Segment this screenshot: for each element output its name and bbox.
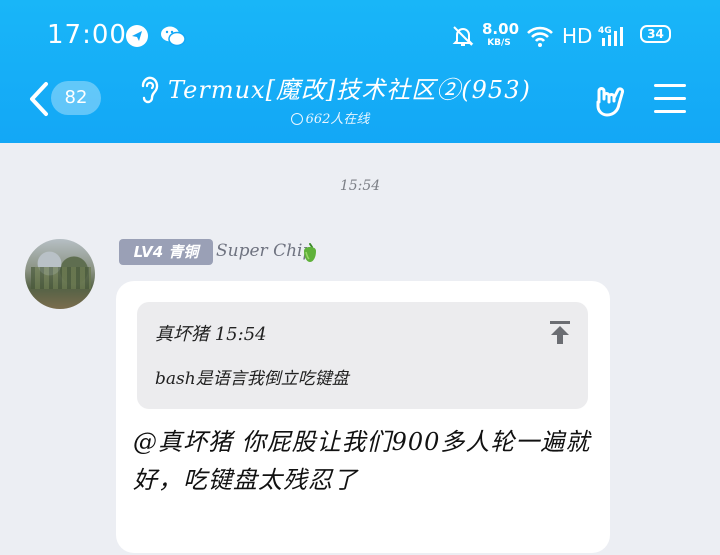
chat-header: 17:00 8.00 KB/S HD 4G 34 82 Termux[魔改]技术… [0, 0, 720, 143]
level-badge: LV4 青铜 [119, 239, 213, 265]
menu-line [654, 110, 686, 113]
sender-avatar[interactable] [25, 239, 95, 309]
menu-button[interactable] [654, 84, 686, 114]
sender-nickname[interactable]: Super Chip [216, 241, 313, 261]
back-button[interactable] [24, 80, 52, 118]
group-title: Termux[魔改]技术社区②(953) [168, 76, 531, 104]
gesture-hand-button[interactable] [591, 82, 627, 118]
status-time: 17:00 [47, 20, 127, 50]
mute-bell-icon [452, 26, 474, 46]
menu-line [654, 84, 686, 87]
wifi-icon [527, 26, 553, 47]
message-bubble[interactable]: 真坏猪 15:54 bash是语言我倒立吃键盘 @真坏猪 你屁股让我们900多人… [116, 281, 610, 553]
ear-icon [141, 76, 159, 104]
jump-to-top-icon[interactable] [548, 320, 572, 346]
unread-count-badge[interactable]: 82 [51, 81, 101, 115]
message-text: @真坏猪 你屁股让我们900多人轮一遍就好，吃键盘太残忍了 [133, 428, 591, 494]
wechat-icon [161, 26, 186, 47]
quoted-reply[interactable]: 真坏猪 15:54 bash是语言我倒立吃键盘 [137, 302, 588, 409]
battery-indicator: 34 [640, 25, 671, 43]
pepper-emoji-icon [304, 243, 316, 262]
online-count: 662人在线 [130, 108, 530, 127]
menu-line [654, 97, 686, 100]
quote-header: 真坏猪 15:54 [155, 324, 267, 345]
app-notification-icon [126, 25, 148, 47]
signal-4g-icon: 4G [598, 26, 623, 46]
svg-text:4G: 4G [598, 26, 612, 36]
hd-indicator: HD [562, 24, 593, 48]
group-title-area[interactable]: Termux[魔改]技术社区②(953) 662人在线 [130, 66, 560, 127]
message-timestamp: 15:54 [339, 178, 381, 194]
quote-text: bash是语言我倒立吃键盘 [155, 369, 349, 389]
online-status-icon [290, 113, 303, 125]
network-speed: 8.00 KB/S [482, 20, 520, 49]
